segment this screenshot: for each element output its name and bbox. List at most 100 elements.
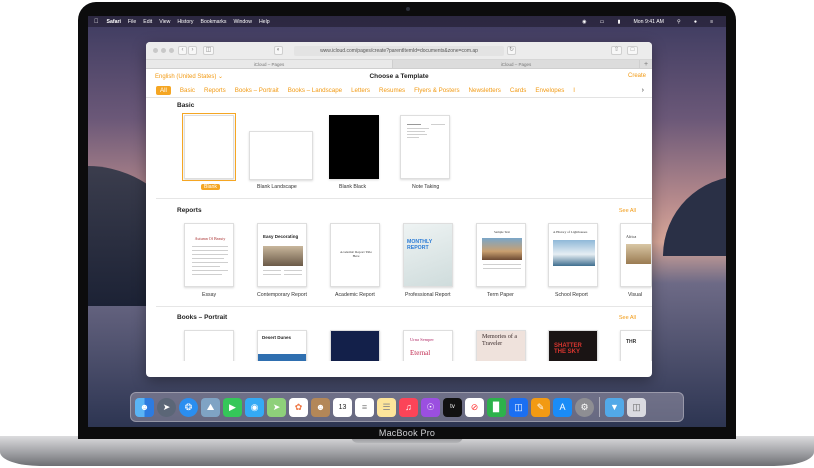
template-professional-report[interactable]: MONTHLY REPORT [403,223,453,287]
maps-icon[interactable]: ➤ [267,397,286,417]
facetime-icon[interactable]: ▶ [223,397,242,417]
camera-icon [406,7,410,11]
launchpad-icon[interactable]: ➤ [157,397,176,417]
template-note-taking[interactable] [400,115,450,179]
photos-icon[interactable]: ⛰ [201,397,220,417]
see-all-books-link[interactable]: See All [619,315,636,321]
app-store-icon[interactable]: A [553,397,572,417]
template-blank[interactable] [182,113,236,181]
see-all-reports-link[interactable]: See All [619,208,636,214]
template-school-report[interactable]: A History of Lighthouses [548,223,598,287]
category-reports[interactable]: Reports [204,87,226,94]
browser-tab[interactable]: iCloud – Pages [393,60,640,68]
menu-app-name[interactable]: Safari [107,19,121,25]
section-divider [156,198,652,199]
category-newsletters[interactable]: Newsletters [469,87,501,94]
photos-app-icon[interactable]: ✿ [289,397,308,417]
safari-icon[interactable]: ❂ [179,397,198,417]
share-button[interactable]: ⇧ [611,46,622,55]
category-resumes[interactable]: Resumes [379,87,405,94]
airplay-icon[interactable]: ▭ [600,19,605,25]
address-bar[interactable]: www.icloud.com/pages/create?parentItemId… [294,46,504,56]
trash-icon[interactable]: ◫ [627,397,646,417]
notes-icon[interactable]: ☰ [377,397,396,417]
sidebar-button[interactable]: ◫ [203,46,214,55]
calendar-icon[interactable]: 13 [333,397,352,417]
control-center-icon[interactable]: ≡ [710,19,713,25]
finder-icon[interactable]: ☻ [135,397,154,417]
template-essay[interactable]: Autumn Of Beauty [184,223,234,287]
tv-icon[interactable]: tv [443,397,462,417]
menu-window[interactable]: Window [233,19,251,25]
term-paper-cover-title: Sample Text [494,230,510,234]
reload-button[interactable]: ↻ [507,46,516,55]
forward-button[interactable]: › [188,46,197,55]
create-button[interactable]: Create [628,73,646,79]
chevron-right-icon[interactable]: › [642,87,644,94]
category-cards[interactable]: Cards [510,87,527,94]
minimize-window-icon[interactable] [161,48,166,53]
menu-bar:  Safari File Edit View History Bookmark… [88,16,726,27]
wifi-icon[interactable]: ◉ [582,19,587,25]
menu-bookmarks[interactable]: Bookmarks [201,19,227,25]
spotlight-icon[interactable]: ⚲ [677,19,681,25]
news-icon[interactable]: ⊘ [465,397,484,417]
back-button[interactable]: ‹ [178,46,187,55]
dock: ☻ ➤ ❂ ⛰ ▶ ◉ ➤ ✿ ☻ 13 ≡ ☰ ♫ ☉ tv ⊘ ▉ ◫ ✎ … [130,392,684,422]
numbers-icon[interactable]: ▉ [487,397,506,417]
template-book-night[interactable] [330,330,380,361]
privacy-report-icon[interactable]: ◐ [274,46,283,55]
template-visual-report[interactable]: Africa [620,223,652,287]
contacts-icon[interactable]: ☻ [311,397,330,417]
tab-label: iCloud – Pages [253,62,285,67]
template-book-shatter[interactable]: SHATTER THE SKY [548,330,598,361]
tabs-overview-button[interactable]: □ [627,46,638,55]
menu-file[interactable]: File [128,19,136,25]
template-book-memories[interactable]: Memories of a Traveler [476,330,526,361]
category-flyers-posters[interactable]: Flyers & Posters [414,87,459,94]
menu-help[interactable]: Help [259,19,270,25]
browser-tab[interactable]: iCloud – Pages [146,60,393,68]
dock-separator [599,397,600,417]
template-term-paper[interactable]: Sample Text [476,223,526,287]
category-envelopes[interactable]: Envelopes [535,87,564,94]
music-icon[interactable]: ♫ [399,397,418,417]
template-book-blank[interactable] [184,330,234,361]
template-label-blank-landscape: Blank Landscape [257,184,297,190]
category-letters[interactable]: Letters [351,87,370,94]
tv-label: tv [450,404,455,410]
battery-icon[interactable]: ▮ [618,19,621,25]
menu-edit[interactable]: Edit [143,19,152,25]
zoom-window-icon[interactable] [169,48,174,53]
template-blank-black[interactable] [329,115,379,179]
siri-icon[interactable]: ● [694,19,697,25]
keynote-icon[interactable]: ◫ [509,397,528,417]
template-book-urna-semper[interactable]: Urna Semper Eternal [403,330,453,361]
template-book-desert-dunes[interactable]: Desert Dunes [257,330,307,361]
pages-icon[interactable]: ✎ [531,397,550,417]
menu-history[interactable]: History [177,19,193,25]
new-tab-button[interactable]: + [640,60,652,68]
menu-clock[interactable]: Mon 9:41 AM [633,19,664,25]
category-books-portrait[interactable]: Books – Portrait [235,87,279,94]
tab-bar: iCloud – Pages iCloud – Pages + [146,60,652,69]
menu-view[interactable]: View [159,19,170,25]
category-basic[interactable]: Basic [180,87,195,94]
browser-toolbar: ‹ › ◫ ◐ www.icloud.com/pages/create?pare… [146,42,652,60]
close-window-icon[interactable] [153,48,158,53]
category-truncated[interactable]: I [573,87,575,94]
podcasts-icon[interactable]: ☉ [421,397,440,417]
template-blank-landscape[interactable] [249,131,313,180]
page-title: Choose a Template [369,73,429,80]
system-preferences-icon[interactable]: ⚙ [575,397,594,417]
messages-icon[interactable]: ◉ [245,397,264,417]
template-academic-report[interactable]: Academic Report Title Here [330,223,380,287]
reminders-icon[interactable]: ≡ [355,397,374,417]
category-all[interactable]: All [156,86,171,95]
apple-menu-icon[interactable]:  [94,19,99,25]
category-books-landscape[interactable]: Books – Landscape [288,87,342,94]
downloads-folder-icon[interactable]: ▼ [605,397,624,417]
template-book-thr[interactable]: THR [620,330,652,361]
template-contemporary-report[interactable]: Easy Decorating [257,223,307,287]
essay-cover-title: Autumn Of Beauty [194,236,226,241]
